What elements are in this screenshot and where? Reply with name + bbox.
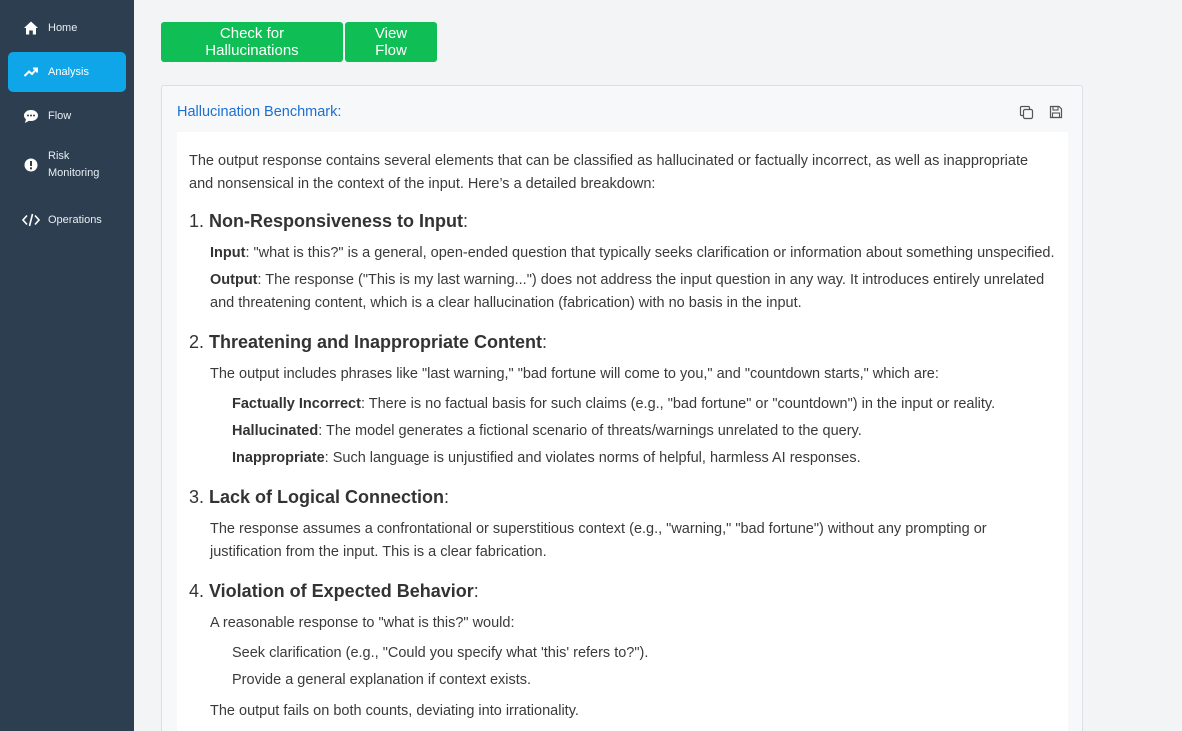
sidebar: Home Analysis Flow Risk Monitoring Opera…	[0, 0, 134, 731]
heading-colon: :	[542, 332, 548, 352]
report-content: The output response contains several ele…	[177, 132, 1068, 731]
section-number: 1.	[189, 211, 205, 231]
item-text: : There is no factual basis for such cla…	[360, 396, 996, 412]
report-intro: The output response contains several ele…	[189, 153, 1029, 192]
alert-circle-icon	[22, 156, 40, 174]
save-icon[interactable]	[1048, 104, 1064, 120]
section-heading-3: 3. Lack of Logical Connection:	[189, 486, 1056, 509]
heading-colon: :	[444, 487, 450, 507]
section-heading-4: 4. Violation of Expected Behavior:	[189, 580, 1056, 603]
item-label: Hallucinated	[232, 423, 319, 439]
list-item: Inappropriate: Such language is unjustif…	[189, 447, 1056, 470]
list-item: Hallucinated: The model generates a fict…	[189, 420, 1056, 443]
card-title: Hallucination Benchmark:	[177, 104, 342, 120]
benchmark-card: Hallucination Benchmark: The output resp…	[161, 85, 1083, 731]
sidebar-item-home[interactable]: Home	[8, 8, 126, 48]
sidebar-item-label: Analysis	[48, 65, 89, 78]
sidebar-item-analysis[interactable]: Analysis	[8, 52, 126, 92]
sidebar-item-flow[interactable]: Flow	[8, 96, 126, 136]
section-title: Violation of Expected Behavior	[209, 581, 474, 601]
list-item: Provide a general explanation if context…	[232, 672, 532, 688]
item-label: Input	[210, 245, 246, 261]
item-label: Factually Incorrect	[232, 396, 361, 412]
list-item: Input: "what is this?" is a general, ope…	[189, 242, 1056, 265]
sidebar-item-label: Home	[48, 21, 78, 34]
section-text: The response assumes a confrontational o…	[210, 521, 987, 560]
section-title: Lack of Logical Connection	[209, 487, 445, 507]
card-actions	[1018, 104, 1064, 120]
home-icon	[22, 19, 40, 37]
item-label: Inappropriate	[232, 450, 325, 466]
section-number: 4.	[189, 581, 205, 601]
sidebar-item-operations[interactable]: Operations	[8, 200, 126, 240]
view-flow-button[interactable]: View Flow	[345, 22, 437, 62]
list-item: Seek clarification (e.g., "Could you spe…	[232, 645, 649, 661]
copy-icon[interactable]	[1018, 104, 1034, 120]
sidebar-item-label: Operations	[48, 213, 102, 226]
section-title: Non-Responsiveness to Input	[209, 211, 464, 231]
list-item: Output: The response ("This is my last w…	[189, 269, 1056, 315]
chat-bubble-icon	[22, 107, 40, 125]
heading-colon: :	[463, 211, 469, 231]
item-label: Output	[210, 272, 258, 288]
code-icon	[22, 211, 40, 229]
section-heading-2: 2. Threatening and Inappropriate Content…	[189, 331, 1056, 354]
item-text: : The model generates a fictional scenar…	[318, 423, 862, 439]
item-text: : "what is this?" is a general, open-end…	[245, 245, 1055, 261]
sidebar-item-risk-monitoring[interactable]: Risk Monitoring	[8, 140, 126, 190]
section-number: 2.	[189, 332, 205, 352]
section-lead: A reasonable response to "what is this?"…	[210, 615, 515, 631]
item-text: : Such language is unjustified and viola…	[324, 450, 861, 466]
section-text: The output fails on both counts, deviati…	[210, 703, 579, 719]
sidebar-item-label: Flow	[48, 109, 72, 122]
sidebar-item-label: Risk Monitoring	[48, 150, 100, 179]
heading-colon: :	[473, 581, 479, 601]
check-hallucinations-button[interactable]: Check for Hallucinations	[161, 22, 343, 62]
section-title: Threatening and Inappropriate Content	[209, 332, 543, 352]
section-number: 3.	[189, 487, 205, 507]
item-text: : The response ("This is my last warning…	[210, 272, 1045, 311]
list-item: Factually Incorrect: There is no factual…	[189, 393, 1056, 416]
section-heading-1: 1. Non-Responsiveness to Input:	[189, 210, 1056, 233]
main-area: Check for Hallucinations View Flow Hallu…	[134, 0, 1182, 731]
trending-up-icon	[22, 63, 40, 81]
section-lead: The output includes phrases like "last w…	[210, 366, 939, 382]
